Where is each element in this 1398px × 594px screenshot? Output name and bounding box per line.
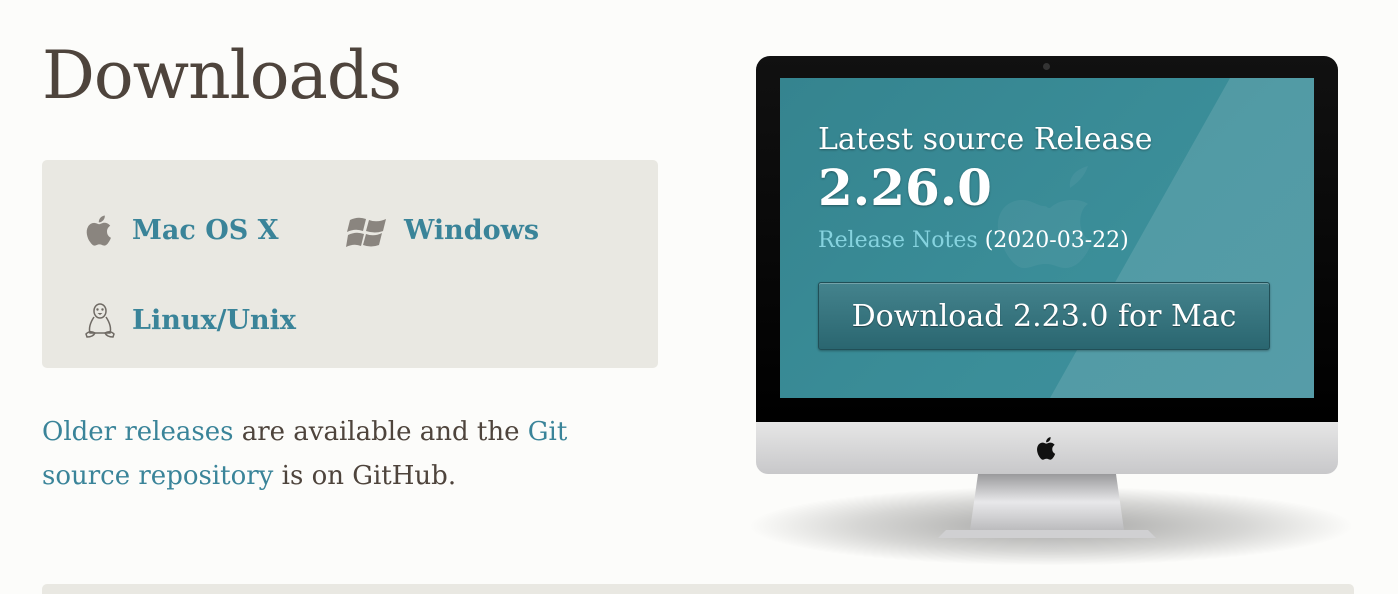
next-section-panel <box>42 584 1354 594</box>
older-text-2: is on GitHub. <box>273 461 457 491</box>
download-mac-button[interactable]: Download 2.23.0 for Mac <box>818 282 1270 350</box>
windows-link[interactable]: Windows <box>346 210 539 250</box>
page-title: Downloads <box>42 37 402 114</box>
imac-illustration: Latest source Release 2.26.0 Release Not… <box>746 56 1356 566</box>
older-releases-text: Older releases are available and the Git… <box>42 410 642 498</box>
camera-icon <box>1043 63 1050 70</box>
release-notes-link[interactable]: Release Notes <box>818 228 978 253</box>
imac-screen: Latest source Release 2.26.0 Release Not… <box>780 78 1314 398</box>
release-heading: Latest source Release <box>818 122 1153 157</box>
apple-icon <box>1032 432 1062 464</box>
imac-stand <box>756 474 1338 556</box>
older-releases-link[interactable]: Older releases <box>42 417 233 447</box>
release-version: 2.26.0 <box>818 158 992 217</box>
release-date: (2020-03-22) <box>984 228 1129 253</box>
linux-unix-link[interactable]: Linux/Unix <box>80 300 296 340</box>
windows-label: Windows <box>404 214 540 246</box>
tux-icon <box>80 300 120 340</box>
imac-bezel: Latest source Release 2.26.0 Release Not… <box>756 56 1338 422</box>
os-download-panel: Mac OS X Windows Linux/Unix <box>42 160 658 368</box>
linux-unix-label: Linux/Unix <box>132 304 296 336</box>
older-text-1: are available and the <box>233 417 528 447</box>
imac-chin <box>756 422 1338 474</box>
mac-os-x-link[interactable]: Mac OS X <box>80 210 279 250</box>
release-notes-line: Release Notes (2020-03-22) <box>818 228 1129 253</box>
apple-icon <box>80 210 120 250</box>
windows-icon <box>346 210 392 250</box>
mac-os-x-label: Mac OS X <box>132 214 279 246</box>
